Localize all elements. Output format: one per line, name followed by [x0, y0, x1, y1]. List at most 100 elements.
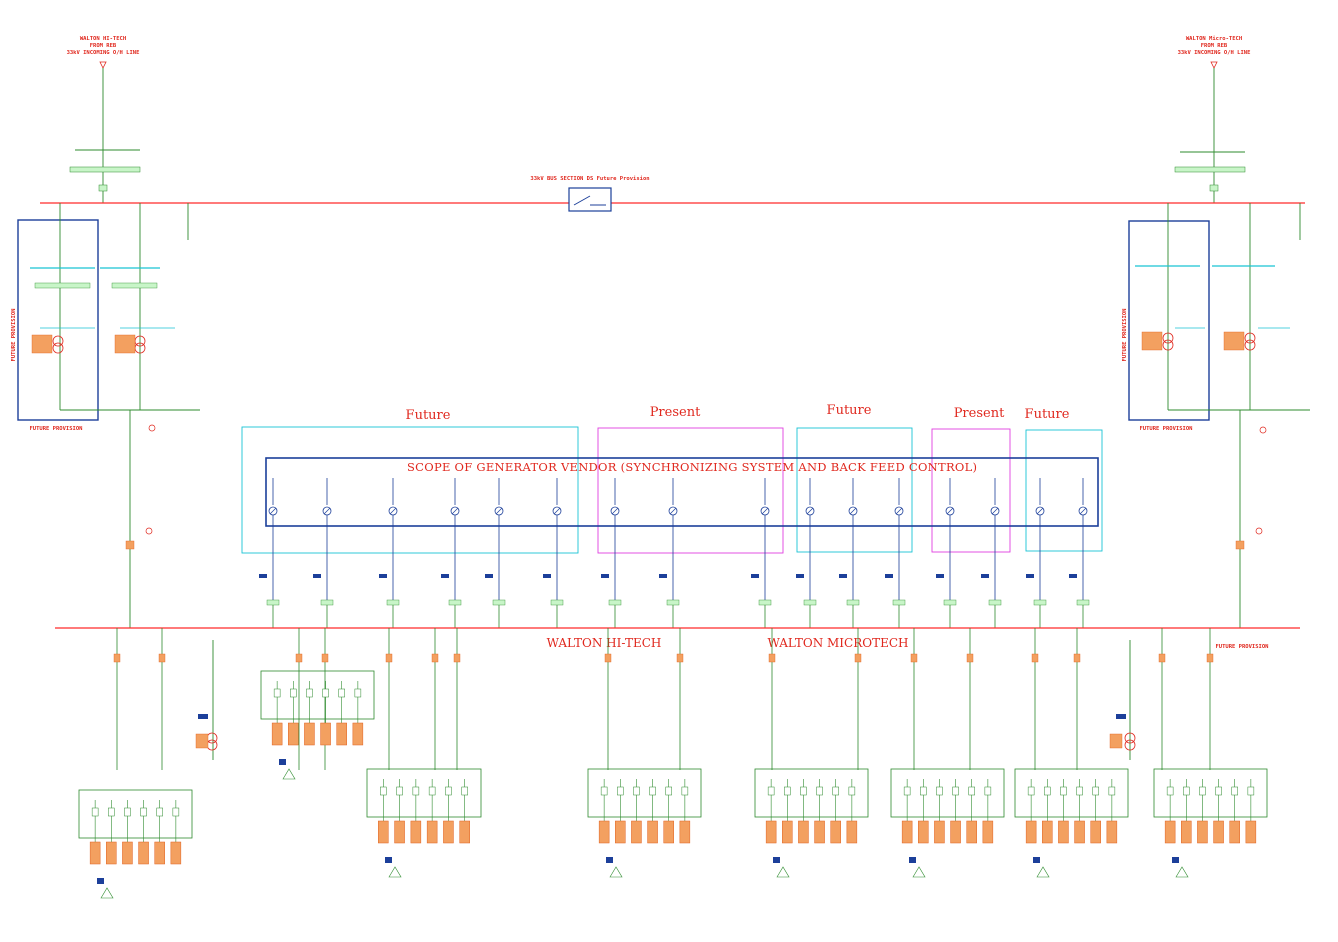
- feeder-breaker: [113, 653, 121, 663]
- hv-transformer-bays-left: [17, 203, 200, 628]
- incomer-left-line-3: 33kV INCOMING O/H LINE: [67, 50, 140, 56]
- panel-block: [765, 820, 777, 844]
- earth-symbol: [1175, 866, 1189, 878]
- incomer-right-line-2: FROM REB: [1201, 43, 1228, 49]
- earth-symbol: [1036, 866, 1050, 878]
- breaker-block: [259, 574, 267, 578]
- panel-block: [1042, 820, 1053, 844]
- distribution-group: [754, 768, 869, 878]
- mccb-block: [1108, 786, 1116, 796]
- earth-symbol: [282, 768, 296, 780]
- panel-block: [1106, 820, 1118, 844]
- aux-transformer-left: [195, 640, 218, 760]
- generator-column: [1069, 478, 1090, 628]
- breaker-block: [1069, 574, 1077, 578]
- panel-block: [154, 841, 165, 865]
- panel-block: [443, 820, 454, 844]
- panel-block: [1245, 820, 1257, 844]
- column-tag: [550, 599, 564, 606]
- zone-box-future-2: [796, 427, 913, 553]
- panel-block: [336, 722, 347, 746]
- breaker-block: [313, 574, 321, 578]
- panel-block: [918, 820, 929, 844]
- feeder-breaker: [1158, 653, 1166, 663]
- panel-block: [138, 841, 149, 865]
- mccb-block: [1092, 786, 1099, 796]
- breaker-block: [441, 574, 449, 578]
- panel-block: [1090, 820, 1101, 844]
- mccb-block: [354, 688, 362, 698]
- mccb-block: [380, 786, 387, 796]
- panel-block: [901, 820, 913, 844]
- distribution-group: [587, 768, 702, 878]
- mccb-block: [1215, 786, 1222, 796]
- panel-block: [830, 820, 841, 844]
- distribution-group: [78, 789, 193, 899]
- future-provision-frame-left: [17, 219, 99, 421]
- incomer-left-line-1: WALTON HI-TECH: [80, 36, 126, 42]
- incomer-left-line-2: FROM REB: [90, 43, 117, 49]
- panel-block: [122, 841, 133, 865]
- panel-block: [320, 722, 331, 746]
- panel-block: [1197, 820, 1208, 844]
- mccb-block: [396, 786, 403, 796]
- mccb-block: [848, 786, 856, 796]
- distribution-group: [260, 670, 375, 780]
- feeder-breaker: [295, 653, 303, 663]
- panel-block: [1025, 820, 1037, 844]
- mccb-block: [1231, 786, 1238, 796]
- vendor-scope-label: SCOPE OF GENERATOR VENDOR (SYNCHRONIZING…: [407, 460, 977, 474]
- incomer-left-label: WALTON HI-TECH FROM REB 33kV INCOMING O/…: [67, 36, 140, 56]
- generator-column: [839, 478, 860, 628]
- earth-symbol: [100, 887, 114, 899]
- panel-block: [1164, 820, 1176, 844]
- panel-block: [304, 722, 315, 746]
- column-tag: [846, 599, 860, 606]
- zone-label-future-1: Future: [406, 408, 451, 423]
- earth-symbol: [776, 866, 790, 878]
- panel-block: [615, 820, 626, 844]
- bus-section-label: 33kV BUS SECTION DS Future Provision: [530, 176, 649, 182]
- feeder-breaker: [431, 653, 439, 663]
- mccb-block: [832, 786, 839, 796]
- column-tag: [803, 599, 817, 606]
- mccb-block: [784, 786, 791, 796]
- feeder-breaker: [854, 653, 862, 663]
- hv-transformer-bays-right: [1128, 203, 1310, 628]
- future-provision-vertical-left: FUTURE PROVISION: [11, 309, 17, 362]
- generator-column: [981, 478, 1002, 628]
- mccb-block: [1076, 786, 1083, 796]
- feeder-breaker: [1206, 653, 1214, 663]
- lv-feeder: [1206, 628, 1214, 770]
- mccb-block: [936, 786, 943, 796]
- mccb-block: [1044, 786, 1051, 796]
- breaker-block: [543, 574, 551, 578]
- lv-feeder: [158, 628, 166, 770]
- meter-block: [279, 759, 286, 765]
- panel-block: [1229, 820, 1240, 844]
- column-tag: [608, 599, 622, 606]
- mccb-block: [1247, 786, 1255, 796]
- mccb-block: [968, 786, 975, 796]
- zone-label-future-2: Future: [827, 403, 872, 418]
- panel-block: [410, 820, 422, 844]
- panel-block: [798, 820, 809, 844]
- future-provision-vertical-right: FUTURE PROVISION: [1122, 309, 1128, 362]
- mccb-block: [1199, 786, 1206, 796]
- earth-symbol: [388, 866, 402, 878]
- panel-block: [1074, 820, 1085, 844]
- column-tag: [448, 599, 462, 606]
- mccb-block: [952, 786, 959, 796]
- mccb-block: [1166, 786, 1174, 796]
- panel-block: [982, 820, 994, 844]
- future-provision-right-label: FUTURE PROVISION: [1216, 644, 1269, 650]
- column-tag: [666, 599, 680, 606]
- breaker-block: [485, 574, 493, 578]
- panel-block: [1058, 820, 1069, 844]
- mccb-block: [156, 807, 163, 817]
- feeder-breaker: [910, 653, 918, 663]
- bus-section-switch: [568, 187, 612, 212]
- meter-block: [773, 857, 780, 863]
- breaker-block: [981, 574, 989, 578]
- panel-block: [814, 820, 825, 844]
